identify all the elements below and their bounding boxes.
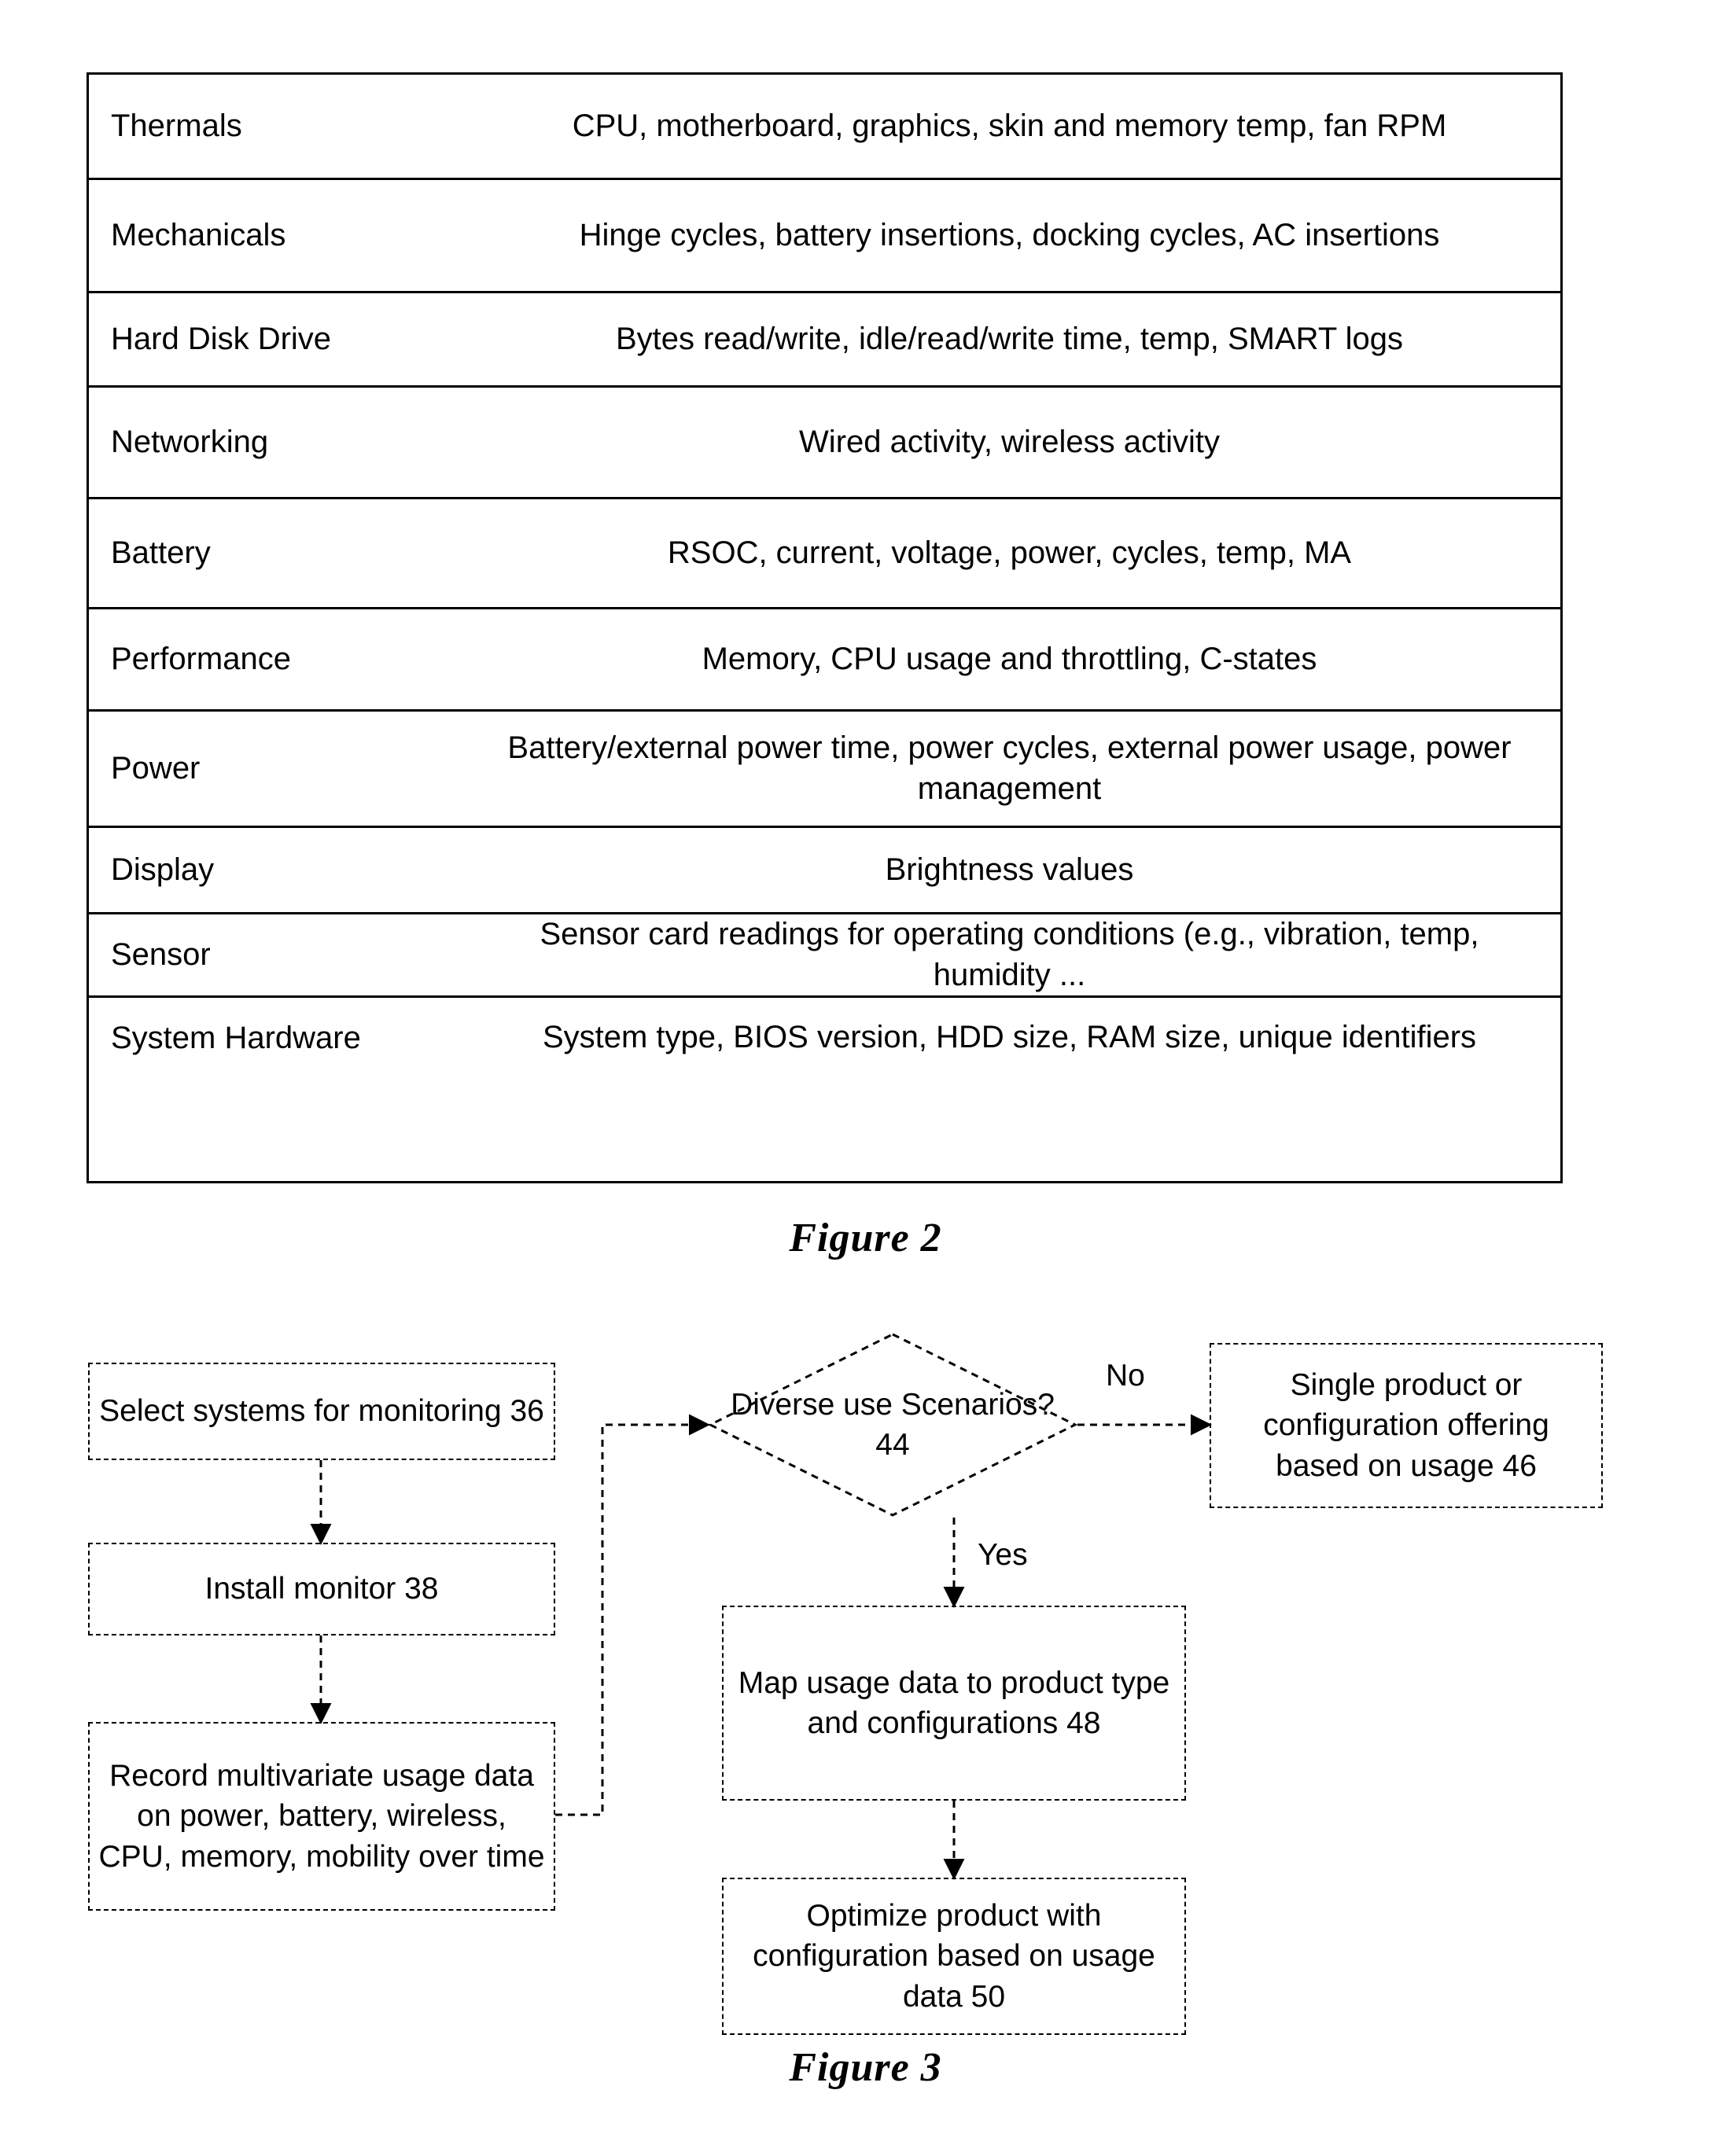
table-cell-detail: Memory, CPU usage and throttling, C-stat… xyxy=(702,641,1317,676)
table-cell-detail: Sensor card readings for operating condi… xyxy=(540,917,1479,992)
table-row: Hard Disk Drive Bytes read/write, idle/r… xyxy=(89,293,1560,388)
figure2-caption: Figure 2 xyxy=(789,1216,942,1260)
flow-node-label: Optimize product with configuration base… xyxy=(753,1898,1155,2014)
figure3-caption: Figure 3 xyxy=(789,2045,942,2090)
table-cell-category: Performance xyxy=(111,642,291,677)
table-row: Mechanicals Hinge cycles, battery insert… xyxy=(89,180,1560,293)
flow-node-decision-diverse-use-scenarios[interactable]: Diverse use Scenarios? 44 xyxy=(708,1332,1077,1518)
table-cell-category: Power xyxy=(111,751,201,786)
table-cell-category: Sensor xyxy=(111,937,211,973)
table-cell-detail: Bytes read/write, idle/read/write time, … xyxy=(615,321,1404,356)
flow-node-label: Install monitor 38 xyxy=(204,1572,439,1606)
table-cell-category: Display xyxy=(111,852,215,888)
table-cell-detail: System type, BIOS version, HDD size, RAM… xyxy=(542,1020,1477,1055)
table-cell-detail: Brightness values xyxy=(885,852,1134,887)
table-cell-detail: Battery/external power time, power cycle… xyxy=(507,730,1512,806)
flow-node-label: Select systems for monitoring 36 xyxy=(99,1394,544,1429)
table-row: Power Battery/external power time, power… xyxy=(89,712,1560,828)
edge-label-no: No xyxy=(1106,1359,1145,1393)
table-row: System Hardware System type, BIOS versio… xyxy=(89,998,1560,1078)
figure2-capabilities-table: Thermals CPU, motherboard, graphics, ski… xyxy=(87,72,1563,1183)
table-cell-category: Mechanicals xyxy=(111,218,286,253)
table-row: Battery RSOC, current, voltage, power, c… xyxy=(89,499,1560,609)
flow-node-single-product[interactable]: Single product or configuration offering… xyxy=(1210,1343,1603,1508)
table-row: Display Brightness values xyxy=(89,828,1560,914)
diamond-shape xyxy=(708,1333,1077,1517)
table-cell-category: Battery xyxy=(111,535,211,571)
table-cell-category: Thermals xyxy=(111,109,242,144)
flow-node-select-systems[interactable]: Select systems for monitoring 36 xyxy=(88,1363,555,1460)
flow-node-label: Single product or configuration offering… xyxy=(1263,1367,1549,1483)
flow-node-map-usage[interactable]: Map usage data to product type and confi… xyxy=(722,1606,1186,1801)
table-cell-category: Networking xyxy=(111,425,269,460)
table-cell-category: Hard Disk Drive xyxy=(111,322,332,357)
table-cell-detail: RSOC, current, voltage, power, cycles, t… xyxy=(667,535,1352,570)
flow-node-label: Diverse use Scenarios? 44 xyxy=(731,1387,1055,1462)
edge-record-to-decision xyxy=(555,1414,710,1816)
flow-node-install-monitor[interactable]: Install monitor 38 xyxy=(88,1543,555,1635)
flow-node-label: Record multivariate usage data on power,… xyxy=(98,1758,545,1874)
table-row: Sensor Sensor card readings for operatin… xyxy=(89,914,1560,998)
flow-node-record-usage[interactable]: Record multivariate usage data on power,… xyxy=(88,1722,555,1911)
flow-node-label: Map usage data to product type and confi… xyxy=(738,1665,1170,1740)
table-row: Thermals CPU, motherboard, graphics, ski… xyxy=(89,75,1560,180)
flow-node-optimize-product[interactable]: Optimize product with configuration base… xyxy=(722,1878,1186,2035)
table-cell-detail: CPU, motherboard, graphics, skin and mem… xyxy=(572,108,1447,143)
table-cell-detail: Wired activity, wireless activity xyxy=(799,424,1220,459)
table-row: Performance Memory, CPU usage and thrott… xyxy=(89,609,1560,712)
table-cell-category: System Hardware xyxy=(111,1020,361,1055)
table-row: Networking Wired activity, wireless acti… xyxy=(89,388,1560,499)
table-cell-detail: Hinge cycles, battery insertions, dockin… xyxy=(579,217,1440,252)
edge-label-yes: Yes xyxy=(978,1538,1028,1572)
